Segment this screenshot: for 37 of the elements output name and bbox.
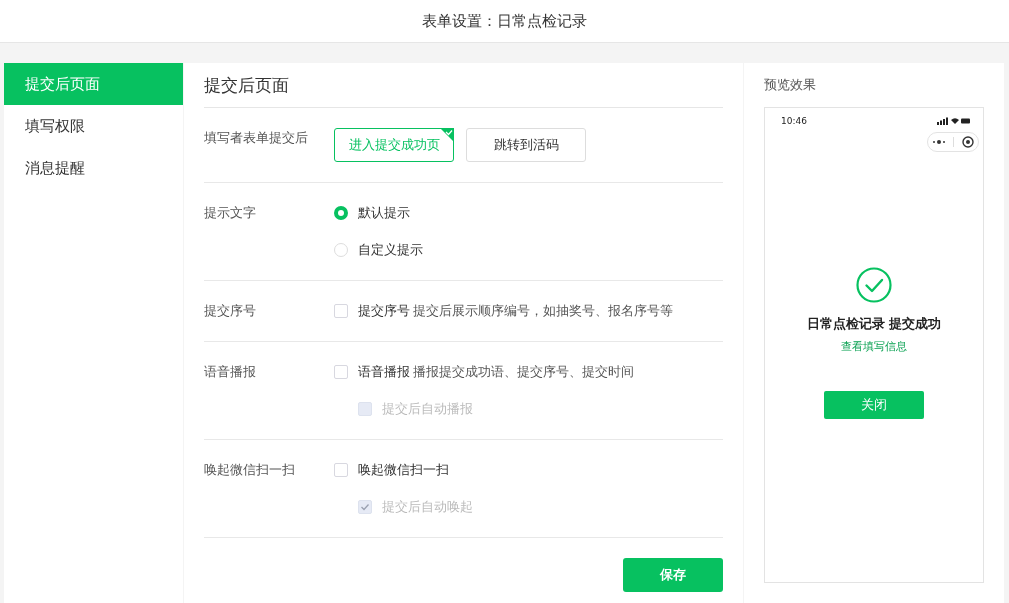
option-description: 播报提交成功语、提交序号、提交时间	[413, 363, 634, 381]
close-button[interactable]: 关闭	[824, 391, 924, 419]
success-message: 日常点检记录 提交成功	[806, 315, 942, 333]
preview-label: 预览效果	[764, 76, 817, 94]
setting-label: 唤起微信扫一扫	[204, 461, 296, 479]
checkbox[interactable]	[334, 304, 348, 318]
setting-label: 提交序号	[204, 302, 257, 320]
close-target-icon	[962, 136, 975, 148]
option-button[interactable]: 进入提交成功页	[334, 128, 454, 162]
option-label: 唤起微信扫一扫	[358, 461, 449, 479]
checkbox[interactable]	[334, 365, 348, 379]
setting-label: 提示文字	[204, 204, 257, 222]
setting-label: 语音播报	[204, 363, 257, 381]
option-label: 语音播报	[358, 363, 410, 381]
status-icons	[937, 117, 971, 125]
radio-button[interactable]	[334, 206, 348, 220]
page-title: 表单设置：日常点检记录	[422, 11, 587, 31]
selected-check-icon	[440, 128, 454, 142]
sidebar-item[interactable]: 填写权限	[4, 105, 183, 147]
option-label: 自定义提示	[358, 241, 423, 259]
sidebar-item[interactable]: 提交后页面	[4, 63, 183, 105]
save-button[interactable]: 保存	[623, 558, 723, 592]
success-check-icon	[856, 267, 892, 303]
view-info-link[interactable]: 查看填写信息	[841, 339, 907, 354]
option-button[interactable]: 跳转到活码	[466, 128, 586, 162]
option-label: 提交序号	[358, 302, 410, 320]
checkbox[interactable]	[334, 463, 348, 477]
sidebar-item[interactable]: 消息提醒	[4, 147, 183, 189]
status-time: 10:46	[781, 116, 807, 126]
more-icon	[931, 139, 946, 145]
option-label: 默认提示	[358, 204, 410, 222]
setting-label: 填写者表单提交后	[204, 129, 309, 147]
option-description: 提交后展示顺序编号，如抽奖号、报名序号等	[413, 302, 673, 320]
check-icon	[360, 502, 370, 512]
option-label: 提交后自动播报	[382, 400, 473, 418]
section-title: 提交后页面	[204, 63, 723, 108]
option-label: 提交后自动唤起	[382, 498, 473, 516]
